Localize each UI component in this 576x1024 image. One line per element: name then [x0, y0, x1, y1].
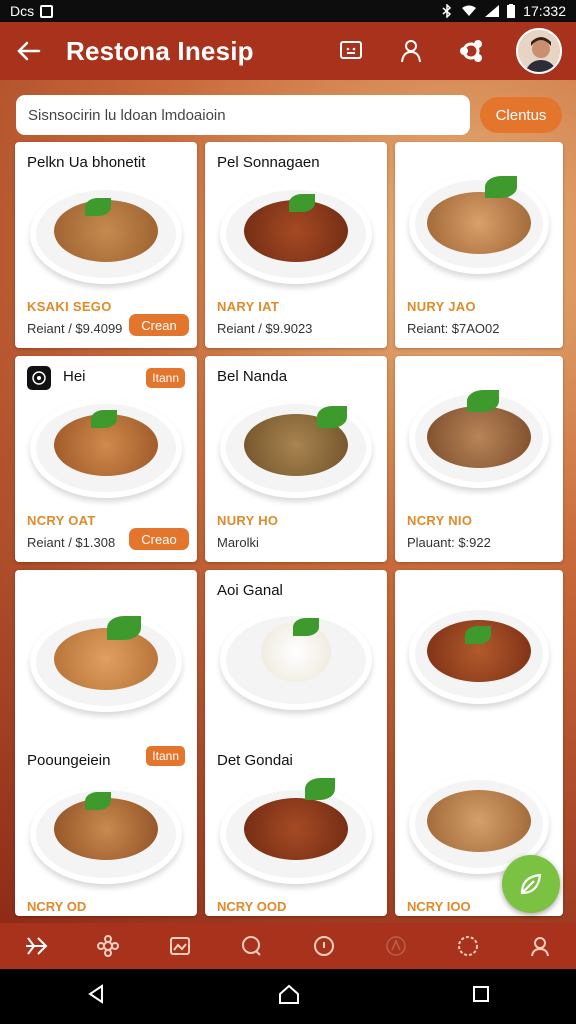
- food-image: [427, 406, 531, 468]
- dish-card[interactable]: Pelkn Ua bhonetit KSAKI SEGO Reiant / $9…: [15, 142, 197, 348]
- garnish-leaf: [465, 626, 491, 644]
- status-left-text: Dcs: [10, 3, 35, 19]
- dish-card[interactable]: Aoi Ganal Det Gondai NCRY OOD: [205, 570, 387, 916]
- garnish-leaf: [289, 194, 315, 212]
- recents-nav-icon[interactable]: [471, 984, 491, 1009]
- garnish-leaf: [485, 176, 517, 198]
- food-image: [244, 798, 348, 860]
- page-title: Restona Inesip: [66, 35, 254, 66]
- chef-icon[interactable]: [381, 931, 411, 961]
- garnish-leaf: [91, 410, 117, 428]
- info-icon[interactable]: [309, 931, 339, 961]
- dish-card[interactable]: Pel Sonnagaen NARY IAT Reiant / $9.9023: [205, 142, 387, 348]
- status-bar: Dcs 17:332: [0, 0, 576, 22]
- search-row: Clentus: [16, 95, 562, 135]
- food-image: [54, 628, 158, 690]
- dish-price-label: NCRY OOD: [217, 899, 287, 914]
- image-icon[interactable]: [165, 931, 195, 961]
- dish-name: Pooungeiein: [27, 752, 111, 769]
- share-icon[interactable]: [456, 36, 486, 66]
- dish-price-label: NARY IAT: [217, 299, 280, 314]
- back-nav-icon[interactable]: [85, 983, 107, 1010]
- dish-name: Det Gondai: [217, 752, 293, 769]
- gallery-notification-icon: [40, 4, 54, 18]
- dish-card[interactable]: NURY JAO Reiant: $7AO02: [395, 142, 563, 348]
- signal-icon: [485, 5, 500, 17]
- dish-card[interactable]: Pooungeiein Itann NCRY OD: [15, 570, 197, 916]
- wifi-icon: [462, 5, 477, 16]
- home-nav-icon[interactable]: [277, 983, 301, 1010]
- chat-icon[interactable]: [336, 36, 366, 66]
- chat-bubble-icon[interactable]: [237, 931, 267, 961]
- bottom-tab-bar: [0, 923, 576, 969]
- dish-name: Hei: [63, 368, 86, 385]
- dish-name: Bel Nanda: [217, 368, 288, 385]
- fab-button[interactable]: [502, 855, 560, 913]
- garnish-leaf: [293, 618, 319, 636]
- globe-icon[interactable]: [453, 931, 483, 961]
- garnish-leaf: [317, 406, 347, 428]
- food-image: [427, 790, 531, 852]
- garnish-leaf: [467, 390, 499, 412]
- dish-card[interactable]: Hei Itann NCRY OAT Reiant / $1.308 Creao: [15, 356, 197, 562]
- garnish-leaf: [107, 616, 141, 640]
- search-input[interactable]: [16, 95, 470, 135]
- flower-icon[interactable]: [93, 931, 123, 961]
- app-bar: Restona Inesip: [0, 22, 576, 80]
- dish-card[interactable]: Bel Nanda NURY HO Marolki: [205, 356, 387, 562]
- dish-card[interactable]: NCRY NIO Plauant: $:922: [395, 356, 563, 562]
- filter-button[interactable]: Clentus: [480, 97, 562, 133]
- restaurant-logo-icon: [27, 366, 51, 390]
- dish-price-label: KSAKI SEGO: [27, 299, 112, 314]
- status-time: 17:332: [523, 3, 566, 19]
- garnish-leaf: [85, 198, 111, 216]
- dish-subtitle: Reiant: $7AO02: [407, 321, 500, 336]
- garnish-leaf: [305, 778, 335, 800]
- system-nav-bar: [0, 969, 576, 1024]
- dish-subtitle: Plauant: $:922: [407, 535, 491, 550]
- dish-subtitle: Reiant / $9.4099: [27, 321, 123, 336]
- dish-name: Aoi Ganal: [217, 582, 283, 599]
- content-area: Clentus Pelkn Ua bhonetit KSAKI SEGO Rei…: [0, 80, 576, 923]
- dish-subtitle: Reiant / $1.308: [27, 535, 116, 550]
- dish-tag-button[interactable]: Crean: [129, 314, 189, 336]
- leaf-icon: [520, 873, 542, 895]
- dish-tag-small: Itann: [146, 368, 185, 388]
- plane-icon[interactable]: [21, 931, 51, 961]
- user-icon[interactable]: [396, 36, 426, 66]
- dish-subtitle: Marolki: [217, 535, 259, 550]
- garnish-leaf: [85, 792, 111, 810]
- dish-price-label: NCRY IOO: [407, 899, 471, 914]
- food-image: [427, 192, 531, 254]
- avatar[interactable]: [516, 28, 562, 74]
- dish-tag-button[interactable]: Creao: [129, 528, 189, 550]
- dish-price-label: NCRY OAT: [27, 513, 96, 528]
- dish-grid: Pelkn Ua bhonetit KSAKI SEGO Reiant / $9…: [15, 142, 563, 916]
- dish-tag-small: Itann: [146, 746, 185, 766]
- dish-name: Pel Sonnagaen: [217, 154, 320, 171]
- battery-icon: [507, 4, 516, 18]
- back-arrow-icon[interactable]: [14, 36, 44, 66]
- dish-subtitle: Reiant / $9.9023: [217, 321, 313, 336]
- dish-price-label: NCRY NIO: [407, 513, 473, 528]
- dish-price-label: NURY JAO: [407, 299, 476, 314]
- person-icon[interactable]: [525, 931, 555, 961]
- dish-price-label: NURY HO: [217, 513, 279, 528]
- dish-price-label: NCRY OD: [27, 899, 87, 914]
- bluetooth-icon: [442, 4, 452, 18]
- dish-name: Pelkn Ua bhonetit: [27, 154, 146, 171]
